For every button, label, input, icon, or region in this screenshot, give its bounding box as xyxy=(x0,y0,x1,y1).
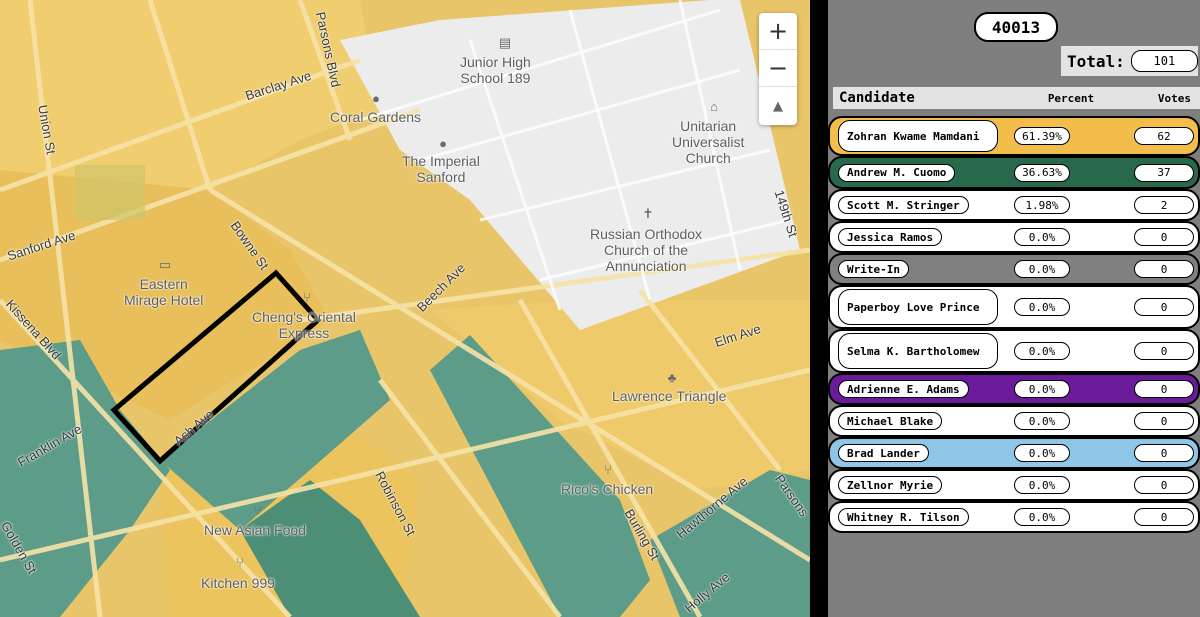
place-eastern-mirage[interactable]: Eastern Mirage Hotel xyxy=(124,276,203,308)
candidate-percent: 0.0% xyxy=(1014,298,1070,316)
candidate-percent: 0.0% xyxy=(1014,508,1070,526)
candidate-row[interactable]: Selma K. Bartholomew 0.0% 0 xyxy=(828,329,1200,373)
place-unitarian-church[interactable]: Unitarian Universalist Church xyxy=(672,118,744,166)
candidate-votes: 2 xyxy=(1134,196,1194,214)
candidate-row[interactable]: Whitney R. Tilson 0.0% 0 xyxy=(828,501,1200,533)
candidate-votes: 0 xyxy=(1134,412,1194,430)
restaurant-icon: ⑂ xyxy=(303,290,311,305)
candidate-percent: 0.0% xyxy=(1014,342,1070,360)
place-coral-gardens[interactable]: Coral Gardens xyxy=(330,109,421,125)
candidate-votes: 0 xyxy=(1134,228,1194,246)
table-header: Candidate Percent Votes xyxy=(833,87,1200,109)
candidate-percent: 61.39% xyxy=(1014,127,1070,145)
place-kitchen-999[interactable]: Kitchen 999 xyxy=(201,575,275,591)
candidate-row[interactable]: Adrienne E. Adams 0.0% 0 xyxy=(828,373,1200,405)
candidate-row[interactable]: Zellnor Myrie 0.0% 0 xyxy=(828,469,1200,501)
place-ricos-chicken[interactable]: Rico's Chicken xyxy=(561,481,653,497)
restaurant-icon: ⑂ xyxy=(236,555,244,570)
candidate-percent: 36.63% xyxy=(1014,163,1070,182)
panel-divider xyxy=(810,0,828,617)
place-chengs-oriental[interactable]: Cheng's Oriental Express xyxy=(252,309,356,341)
candidate-name: Michael Blake xyxy=(838,412,943,430)
header-candidate: Candidate xyxy=(839,90,915,106)
candidate-votes: 0 xyxy=(1134,476,1194,494)
candidate-votes: 0 xyxy=(1134,260,1194,278)
cross-icon: ✝ xyxy=(642,206,654,221)
candidate-row[interactable]: Write-In 0.0% 0 xyxy=(828,253,1200,285)
candidate-name: Zellnor Myrie xyxy=(838,476,943,494)
candidate-row[interactable]: Paperboy Love Prince 0.0% 0 xyxy=(828,285,1200,329)
hotel-icon: ▭ xyxy=(158,257,172,272)
tree-icon: ♣ xyxy=(667,370,677,385)
header-percent: Percent xyxy=(1047,91,1095,105)
candidate-percent: 0.0% xyxy=(1014,412,1070,430)
election-map[interactable]: ▤ Junior High School 189 ● Coral Gardens… xyxy=(0,0,810,617)
candidate-name: Paperboy Love Prince xyxy=(838,289,998,325)
restaurant-icon: ⑂ xyxy=(604,462,612,477)
candidate-name: Write-In xyxy=(838,260,909,278)
map-controls: + − ▲ xyxy=(759,13,797,125)
candidate-votes: 0 xyxy=(1134,380,1194,398)
candidate-votes: 0 xyxy=(1134,508,1194,526)
place-junior-high[interactable]: Junior High School 189 xyxy=(460,54,531,86)
candidate-name: Jessica Ramos xyxy=(838,228,943,246)
precinct-id-badge: 40013 xyxy=(974,12,1058,42)
pin-icon: ● xyxy=(439,136,447,151)
candidate-percent: 0.0% xyxy=(1014,260,1070,278)
candidate-votes: 62 xyxy=(1134,127,1194,145)
candidate-percent: 0.0% xyxy=(1014,380,1070,398)
total-value: 101 xyxy=(1130,50,1198,72)
candidate-row[interactable]: Jessica Ramos 0.0% 0 xyxy=(828,221,1200,253)
place-new-asian-food[interactable]: New Asian Food xyxy=(204,522,306,538)
candidate-percent: 0.0% xyxy=(1014,476,1070,494)
candidate-name: Brad Lander xyxy=(838,444,929,462)
candidate-percent: 1.98% xyxy=(1014,196,1070,214)
candidate-votes: 0 xyxy=(1134,342,1194,360)
results-panel: 40013 Total: 101 Candidate Percent Votes… xyxy=(828,0,1200,617)
candidate-name: Whitney R. Tilson xyxy=(838,508,969,526)
zoom-in-button[interactable]: + xyxy=(759,13,797,50)
candidate-name: Andrew M. Cuomo xyxy=(838,163,956,182)
candidate-percent: 0.0% xyxy=(1014,228,1070,246)
restaurant-icon: ⑂ xyxy=(254,503,262,518)
zoom-out-button[interactable]: − xyxy=(759,50,797,87)
church-icon: ⌂ xyxy=(710,99,718,114)
total-box: Total: 101 xyxy=(1061,46,1198,76)
candidate-row[interactable]: Michael Blake 0.0% 0 xyxy=(828,405,1200,437)
place-russian-orthodox[interactable]: Russian Orthodox Church of the Annunciat… xyxy=(590,226,702,274)
pin-icon: ● xyxy=(372,91,380,106)
candidate-row[interactable]: Zohran Kwame Mamdani 61.39% 62 xyxy=(828,116,1200,156)
candidate-name: Zohran Kwame Mamdani xyxy=(838,120,998,152)
candidate-votes: 0 xyxy=(1134,444,1194,462)
candidate-name: Selma K. Bartholomew xyxy=(838,333,998,369)
compass-icon[interactable]: ▲ xyxy=(759,87,797,125)
header-votes: Votes xyxy=(1157,91,1191,105)
candidate-name: Adrienne E. Adams xyxy=(838,380,969,398)
candidate-row[interactable]: Andrew M. Cuomo 36.63% 37 xyxy=(828,156,1200,189)
place-imperial-sanford[interactable]: The Imperial Sanford xyxy=(402,153,480,185)
candidate-votes: 0 xyxy=(1134,298,1194,316)
candidate-votes: 37 xyxy=(1134,163,1194,182)
candidate-name: Scott M. Stringer xyxy=(838,196,969,214)
place-lawrence-triangle[interactable]: Lawrence Triangle xyxy=(612,388,726,404)
candidate-row[interactable]: Brad Lander 0.0% 0 xyxy=(828,437,1200,469)
total-label: Total: xyxy=(1067,51,1125,71)
candidate-row[interactable]: Scott M. Stringer 1.98% 2 xyxy=(828,189,1200,221)
candidate-percent: 0.0% xyxy=(1014,444,1070,462)
school-icon: ▤ xyxy=(498,35,512,50)
